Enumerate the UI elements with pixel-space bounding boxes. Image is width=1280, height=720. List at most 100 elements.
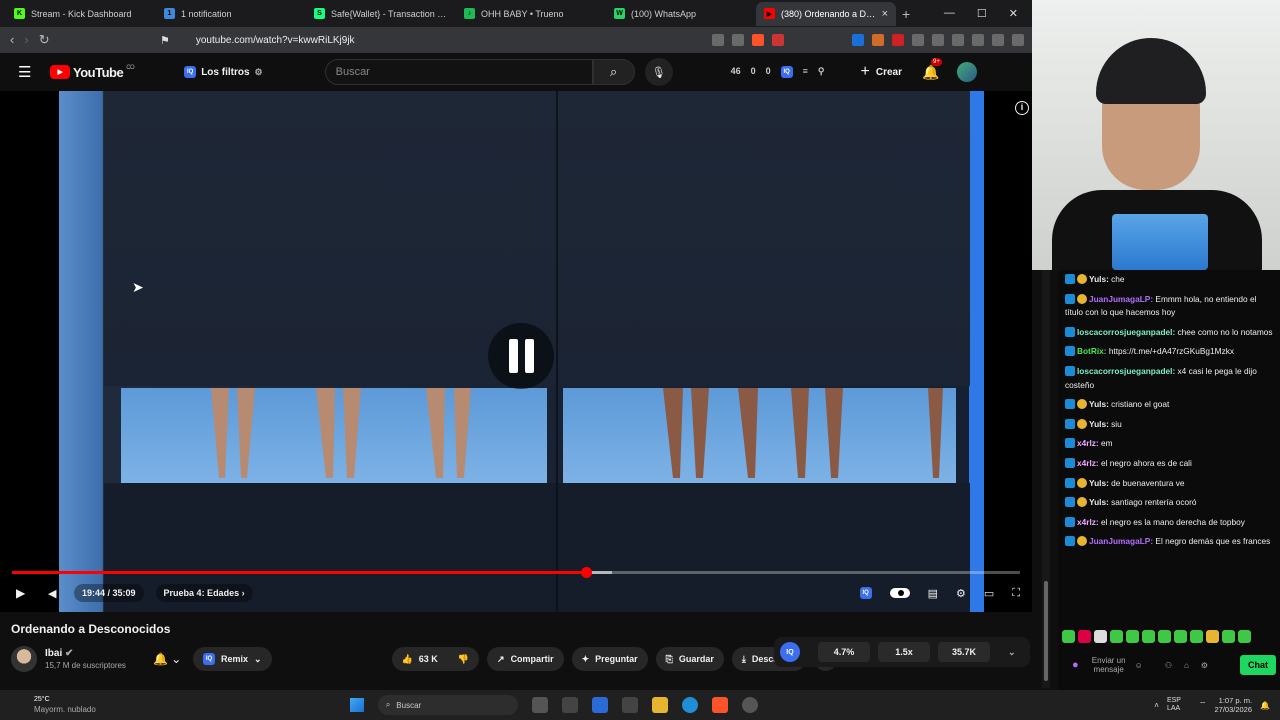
iq-icon[interactable]: IQ bbox=[859, 587, 872, 599]
wallet-icon[interactable] bbox=[992, 34, 1004, 46]
theater-mode-icon[interactable]: ▭ bbox=[984, 587, 994, 600]
weather-widget[interactable]: 25°C Mayorm. nublado bbox=[34, 695, 96, 715]
subtitles-icon[interactable]: ▤ bbox=[928, 587, 938, 600]
notifications-bell-icon[interactable]: 🔔 9+ bbox=[922, 57, 942, 81]
microphone-icon[interactable]: 🎙 bbox=[644, 58, 673, 86]
taskbar-search[interactable]: ⌕ Buscar bbox=[377, 695, 518, 715]
info-icon[interactable]: i bbox=[1015, 101, 1029, 115]
emoji-icon[interactable]: ☺ bbox=[1135, 661, 1143, 670]
youtube-logo[interactable]: ▶ YouTube CO bbox=[50, 65, 135, 80]
emote-icon[interactable] bbox=[1094, 630, 1107, 643]
chat-username[interactable]: BotRix: bbox=[1077, 346, 1107, 356]
app-icon[interactable] bbox=[561, 697, 578, 713]
emote-icon[interactable] bbox=[1126, 630, 1139, 643]
remix-button[interactable]: IQ Remix ⌄ bbox=[193, 647, 272, 671]
play-icon[interactable]: ▶ bbox=[16, 586, 40, 600]
autoplay-toggle[interactable] bbox=[889, 588, 910, 598]
chat-username[interactable]: Yuls: bbox=[1089, 419, 1109, 429]
search-input[interactable]: Buscar bbox=[324, 59, 593, 85]
extension-icon[interactable] bbox=[872, 34, 884, 46]
close-window-icon[interactable]: ✕ bbox=[1009, 7, 1018, 20]
vpn-icon[interactable] bbox=[1012, 34, 1024, 46]
send-chat-button[interactable]: Chat bbox=[1240, 655, 1276, 675]
share-button[interactable]: ↗ Compartir bbox=[487, 647, 564, 671]
reload-icon[interactable]: ↻ bbox=[39, 32, 50, 48]
emote-icon[interactable] bbox=[1206, 630, 1219, 643]
emote-icon[interactable] bbox=[1110, 630, 1123, 643]
brave-icon[interactable] bbox=[752, 34, 764, 46]
url-field[interactable]: youtube.com/watch?v=kwwRiLKj9jk bbox=[196, 35, 355, 46]
chat-username[interactable]: x4rlz: bbox=[1077, 438, 1099, 448]
chevron-up-icon[interactable]: ˄ bbox=[1154, 701, 1159, 710]
settings-icon[interactable]: ⚙ bbox=[1201, 661, 1208, 670]
chat-username[interactable]: Yuls: bbox=[1089, 274, 1109, 284]
extension-icon[interactable] bbox=[912, 34, 924, 46]
emote-icon[interactable] bbox=[1222, 630, 1235, 643]
channel-avatar[interactable] bbox=[11, 646, 37, 672]
settings-gear-icon[interactable]: ⚙ bbox=[956, 587, 966, 600]
chevron-down-icon[interactable]: ⌄ bbox=[1008, 647, 1016, 658]
puzzle-icon[interactable] bbox=[952, 34, 964, 46]
extension-icon[interactable] bbox=[932, 34, 944, 46]
browser-tab[interactable]: S Safe{Wallet} - Transaction queue bbox=[306, 2, 456, 26]
back-icon[interactable]: ‹ bbox=[10, 32, 14, 48]
app-icon[interactable] bbox=[621, 697, 638, 713]
emote-icon[interactable] bbox=[1062, 630, 1075, 643]
app-icon[interactable] bbox=[591, 697, 608, 713]
maximize-icon[interactable]: ☐ bbox=[977, 7, 987, 20]
sidebar-icon[interactable] bbox=[972, 34, 984, 46]
bookmark-icon[interactable]: ⚑ bbox=[160, 34, 170, 47]
users-icon[interactable]: ⚇ bbox=[1165, 661, 1172, 670]
scrubber-handle[interactable] bbox=[580, 567, 592, 578]
create-button[interactable]: + Crear bbox=[861, 63, 902, 81]
channel-name[interactable]: Ibai ✔ bbox=[45, 648, 143, 659]
search-icon[interactable]: ⌕ bbox=[592, 59, 635, 85]
lang-indicator[interactable]: ESP LAA bbox=[1167, 697, 1191, 713]
chat-username[interactable]: loscacorrosjueganpadel: bbox=[1077, 327, 1175, 337]
hamburger-menu-icon[interactable]: ☰ bbox=[18, 63, 46, 81]
folder-icon[interactable] bbox=[651, 697, 668, 713]
emote-icon[interactable] bbox=[1078, 630, 1091, 643]
chat-username[interactable]: Yuls: bbox=[1089, 399, 1109, 409]
extension-icon[interactable] bbox=[852, 34, 864, 46]
chat-username[interactable]: Yuls: bbox=[1089, 497, 1109, 507]
browser-tab[interactable]: 1 1 notification bbox=[156, 2, 306, 26]
iq-icon[interactable]: IQ bbox=[780, 642, 800, 662]
mic-icon[interactable]: ● bbox=[1072, 659, 1079, 671]
chat-username[interactable]: JuanJumagaLP: bbox=[1089, 536, 1153, 546]
emote-icon[interactable] bbox=[1142, 630, 1155, 643]
edge-icon[interactable] bbox=[681, 697, 698, 713]
app-icon[interactable] bbox=[741, 697, 758, 713]
emote-icon[interactable] bbox=[1174, 630, 1187, 643]
extension-icon[interactable] bbox=[892, 34, 904, 46]
volume-icon[interactable]: ◀ bbox=[48, 587, 68, 600]
list-icon[interactable]: ≡ bbox=[803, 66, 808, 78]
pause-icon[interactable] bbox=[488, 323, 554, 389]
share-icon[interactable] bbox=[732, 34, 744, 46]
emote-icon[interactable] bbox=[1238, 630, 1251, 643]
ask-button[interactable]: ✦ Preguntar bbox=[571, 647, 648, 671]
chat-username[interactable]: x4rlz: bbox=[1077, 517, 1099, 527]
chat-username[interactable]: JuanJumagaLP: bbox=[1089, 294, 1153, 304]
like-button[interactable]: 👍 63 K 👎 bbox=[391, 647, 480, 671]
progress-bar[interactable] bbox=[12, 567, 1020, 578]
minimize-icon[interactable]: — bbox=[944, 7, 955, 20]
chat-username[interactable]: Yuls: bbox=[1089, 478, 1109, 488]
avatar[interactable] bbox=[957, 62, 978, 82]
subscription-bell-icon[interactable]: 🔔 ⌄ bbox=[153, 652, 193, 666]
forward-icon[interactable]: › bbox=[24, 32, 28, 48]
browser-tab[interactable]: K Stream - Kick Dashboard bbox=[6, 2, 156, 26]
brave-icon[interactable] bbox=[711, 697, 728, 713]
video-player[interactable]: i ➤ bbox=[0, 91, 1032, 612]
browser-tab[interactable]: W (100) WhatsApp bbox=[606, 2, 756, 26]
browser-tab[interactable]: ▶ (380) Ordenando a Desco... × bbox=[756, 1, 896, 26]
close-tab-icon[interactable]: × bbox=[882, 8, 888, 20]
extension-icon[interactable] bbox=[712, 34, 724, 46]
fullscreen-icon[interactable]: ⛶ bbox=[1012, 587, 1020, 600]
wifi-icon[interactable]: ⌔ bbox=[1199, 700, 1207, 710]
windows-start-icon[interactable] bbox=[349, 698, 364, 712]
filters-button[interactable]: IQ Los filtros ⚙ bbox=[184, 66, 263, 78]
emote-icon[interactable] bbox=[1190, 630, 1203, 643]
browser-tab[interactable]: ♪ OHH BABY • Trueno bbox=[456, 2, 606, 26]
new-tab-button[interactable]: + bbox=[902, 6, 910, 22]
